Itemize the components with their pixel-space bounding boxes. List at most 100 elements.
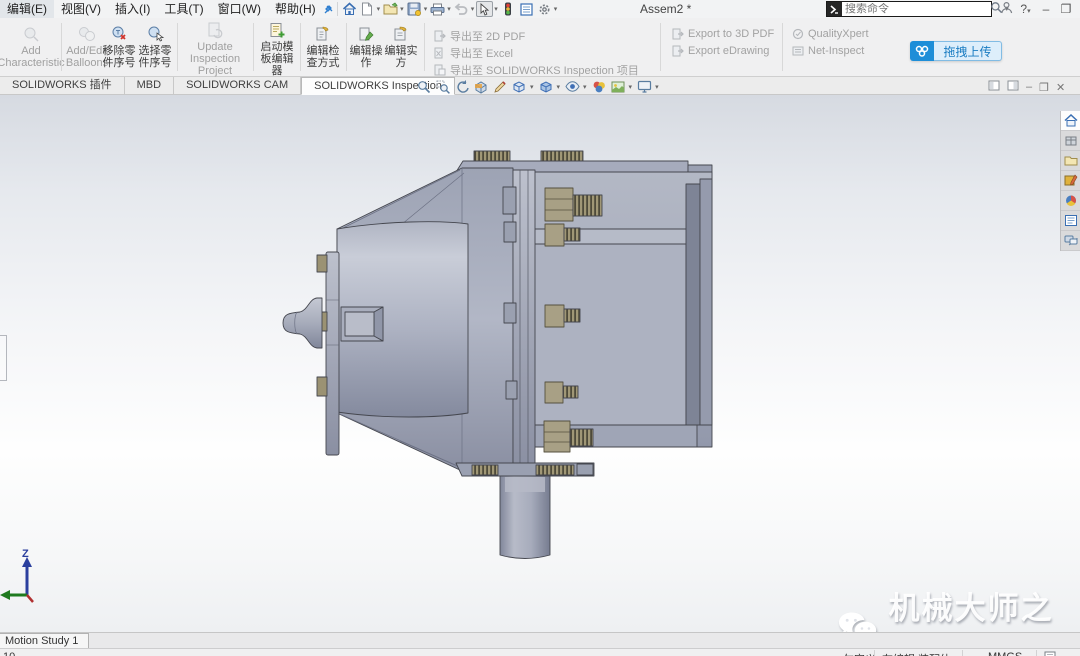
menu-tools[interactable]: 工具(T) [157,0,210,18]
new-document-icon[interactable] [359,1,376,17]
study-tab-bar: Motion Study 1 [0,632,1080,648]
divider [660,23,661,71]
appearances-scenes-icon[interactable] [1061,191,1080,211]
tab-solidworks-cam[interactable]: SOLIDWORKS CAM [174,77,301,94]
hide-show-items-icon[interactable] [564,79,580,94]
view-palette-icon[interactable] [1061,171,1080,191]
edit-appearance-icon[interactable] [591,79,607,94]
launch-template-editor-button[interactable]: 启动模板编辑器 [256,21,298,73]
view-settings-icon[interactable] [636,79,652,94]
feature-tree-flyout-handle[interactable] [0,335,7,381]
divider [782,23,783,71]
edit-instance-button[interactable]: 编辑实方 [384,21,418,73]
tab-mbd[interactable]: MBD [125,77,174,94]
edit-status: 在编辑 装配体 [882,651,951,656]
solidworks-window: 编辑(E) 视图(V) 插入(I) 工具(T) 窗口(W) 帮助(H) ▾ ▾ … [0,0,1080,656]
triad-z-label: Z [22,548,29,560]
menu-window[interactable]: 窗口(W) [211,0,268,18]
chevron-down-icon[interactable]: ▾ [471,5,475,13]
menu-view[interactable]: 视图(V) [54,0,108,18]
divider [424,23,425,71]
divider [253,23,254,71]
drag-upload-button[interactable]: 拖拽上传 [910,41,1002,61]
chevron-down-icon[interactable]: ▾ [583,83,587,91]
command-search[interactable]: ▾ [826,1,992,17]
chevron-down-icon[interactable]: ▾ [655,83,659,91]
menu-edit[interactable]: 编辑(E) [0,0,54,18]
doc-minimize-button[interactable]: – [1026,81,1032,93]
zoom-to-fit-icon[interactable] [416,79,432,94]
select-balloons-button[interactable]: 选择零件序号 [136,21,174,73]
menu-help[interactable]: 帮助(H) [268,0,323,18]
titlebar-right: ?▾ – ❐ ✕ [998,1,1080,17]
chevron-down-icon[interactable]: ▾ [400,5,404,13]
define-status: 欠定义 [843,651,876,656]
command-manager-ribbon: Add Characteristic Add/Edit Balloons 移除零… [0,18,1080,77]
tab-solidworks-addins[interactable]: SOLIDWORKS 插件 [0,77,125,94]
doc-close-button[interactable]: ✕ [1056,81,1065,94]
view-orientation-icon[interactable] [511,79,527,94]
pin-icon[interactable] [323,4,334,15]
menu-insert[interactable]: 插入(I) [108,0,157,18]
section-view-icon[interactable] [473,79,489,94]
chevron-down-icon[interactable]: ▾ [447,5,451,13]
chevron-down-icon[interactable]: ▾ [554,5,558,13]
remove-balloons-button[interactable]: 移除零件序号 [100,21,138,73]
edit-instance-icon [392,21,410,43]
status-sheet-icon[interactable] [1044,651,1056,656]
minimize-button[interactable]: – [1038,2,1054,16]
edit-methods-icon [314,21,332,43]
help-button[interactable]: ?▾ [1018,2,1034,16]
export-2d-pdf: 导出至 2D PDF [434,28,525,44]
drag-upload-label: 拖拽上传 [934,41,1002,61]
open-icon[interactable] [382,1,399,17]
display-style-icon[interactable] [538,79,554,94]
home-icon[interactable] [341,1,358,17]
zoom-to-area-icon[interactable] [435,79,451,94]
chevron-down-icon[interactable]: ▾ [530,83,534,91]
chevron-down-icon[interactable]: ▾ [494,5,498,13]
options-gear-icon[interactable] [536,1,553,17]
divider [61,23,62,71]
annotation-view-icon[interactable] [492,79,508,94]
design-library-icon[interactable] [1061,131,1080,151]
apply-scene-icon[interactable] [610,79,626,94]
units-selector[interactable]: MMGS ▾ [988,651,1030,656]
edit-inspection-methods-button[interactable]: 编辑检查方式 [302,21,344,73]
save-icon[interactable] [406,1,423,17]
user-login-icon[interactable] [998,1,1014,17]
graphics-viewport[interactable]: Z 机械大师之家 [0,95,1080,632]
feature-pane-toggle-icon[interactable] [988,80,1000,94]
file-properties-icon[interactable] [518,1,535,17]
chevron-down-icon[interactable]: ▾ [629,83,633,91]
balloon-icon [22,21,40,43]
net-inspect: Net-Inspect [792,45,864,57]
rebuild-traffic-light-icon[interactable] [500,1,517,17]
document-window-controls: – ❐ ✕ [988,80,1065,94]
solidworks-resources-home-icon[interactable] [1061,111,1080,131]
chevron-down-icon[interactable]: ▾ [424,5,428,13]
solidworks-forum-icon[interactable] [1061,231,1080,251]
divider [962,650,963,656]
select-cursor-icon[interactable] [476,1,493,17]
divider [177,23,178,71]
document-title: Assem2 * [640,2,691,16]
print-icon[interactable] [429,1,446,17]
doc-restore-button[interactable]: ❐ [1039,81,1049,94]
add-characteristic-button: Add Characteristic [2,21,60,73]
chevron-down-icon[interactable]: ▾ [557,83,561,91]
restore-button[interactable]: ❐ [1058,2,1074,16]
3d-model-gearbox-assembly[interactable] [0,95,1080,632]
chevron-down-icon[interactable]: ▾ [377,5,381,13]
search-input[interactable] [842,3,990,15]
quick-access-toolbar: ▾ ▾ ▾ ▾ ▾ ▾ ▾ [341,1,559,17]
status-left-text: 10 [3,651,15,656]
motion-study-tab[interactable]: Motion Study 1 [0,633,89,649]
template-editor-icon [268,21,286,39]
custom-properties-icon[interactable] [1061,211,1080,231]
edit-operations-button[interactable]: 编辑操作 [348,21,384,73]
display-pane-toggle-icon[interactable] [1007,80,1019,94]
heads-up-view-toolbar: ▾ ▾ ▾ ▾ ▾ [416,79,660,94]
previous-view-icon[interactable] [454,79,470,94]
file-explorer-icon[interactable] [1061,151,1080,171]
